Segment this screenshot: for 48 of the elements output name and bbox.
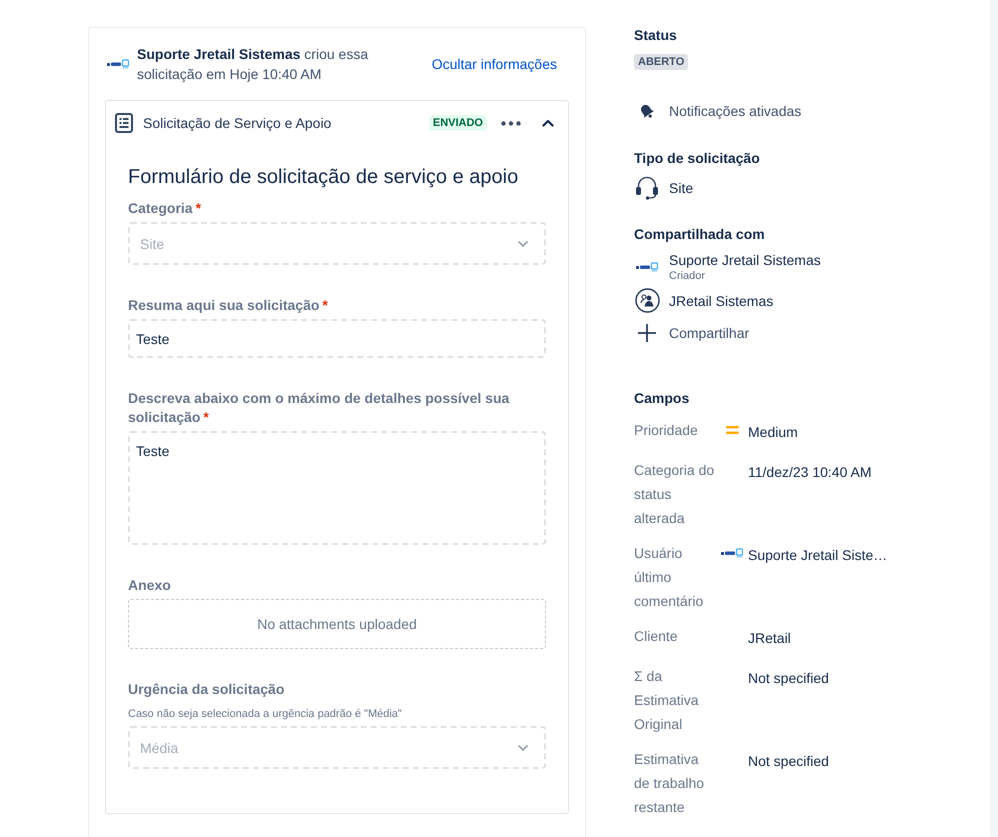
field-label: Categoria do status alterada (634, 461, 716, 528)
field-value: JRetail (748, 629, 791, 648)
chevron-down-icon (518, 744, 528, 750)
share-link[interactable]: Compartilhar (669, 324, 750, 342)
priority-medium-icon (726, 425, 738, 435)
text-field[interactable]: Teste (128, 319, 546, 358)
field-label: Descreva abaixo com o máximo de detalhes possível sua solicitação * (128, 390, 510, 425)
chevron-down-icon (518, 240, 528, 246)
person-role: Criador (669, 269, 706, 283)
field-value: Not specified (748, 669, 829, 688)
hide-details-link[interactable]: Ocultar informações (432, 54, 557, 74)
field-label: Anexo (128, 577, 171, 593)
field-label: Estimativa de trabalho restante (634, 750, 706, 817)
panel-title: Solicitação de Serviço e Apoio (143, 114, 332, 133)
request-type-value: Site (669, 178, 694, 196)
form-icon (114, 113, 134, 133)
section-heading: Campos (634, 389, 690, 408)
status-badge: ABERTO (634, 54, 688, 70)
field-label: Categoria * (128, 200, 202, 216)
field-label: Cliente (634, 627, 678, 646)
field-value: 11/dez/23 10:40 AM (748, 463, 872, 482)
headset-icon (635, 175, 659, 200)
logo-icon (721, 548, 743, 558)
group-icon (634, 288, 660, 313)
field-label: Urgência da solicitação (128, 681, 284, 697)
field-label: Resuma aqui sua solicitação * (128, 297, 328, 313)
more-icon (501, 120, 521, 126)
field-help-text: Caso não seja selecionada a urgência padrão é "Média" (128, 707, 403, 721)
field-label: Prioridade (634, 421, 698, 440)
field-label: Usuário último comentário (634, 544, 704, 611)
logo-icon (107, 59, 129, 69)
person-name: Suporte Jretail Sistemas (669, 251, 821, 269)
notifications-label[interactable]: Notificações ativadas (669, 102, 802, 120)
section-heading: Status (634, 26, 677, 45)
field-value: Not specified (748, 752, 829, 771)
section-heading: Compartilhada com (634, 225, 765, 244)
form-heading: Formulário de solicitação de serviço e apoio (128, 165, 520, 189)
attachment-field[interactable]: No attachments uploaded (128, 599, 546, 649)
field-value: Medium (748, 423, 798, 442)
field-label: Σ da Estimativa Original (634, 667, 700, 734)
field-value: Suporte Jretail Siste… (748, 546, 888, 565)
plus-icon (637, 323, 657, 343)
logo-icon (636, 262, 658, 272)
textarea-field[interactable]: Teste (128, 431, 546, 545)
person-name: JRetail Sistemas (669, 292, 774, 310)
status-badge: ENVIADO (428, 115, 487, 131)
section-heading: Tipo de solicitação (634, 149, 760, 168)
request-summary: Suporte Jretail Sistemas criou essa solicitação em Hoje 10:40 AM (137, 45, 370, 84)
